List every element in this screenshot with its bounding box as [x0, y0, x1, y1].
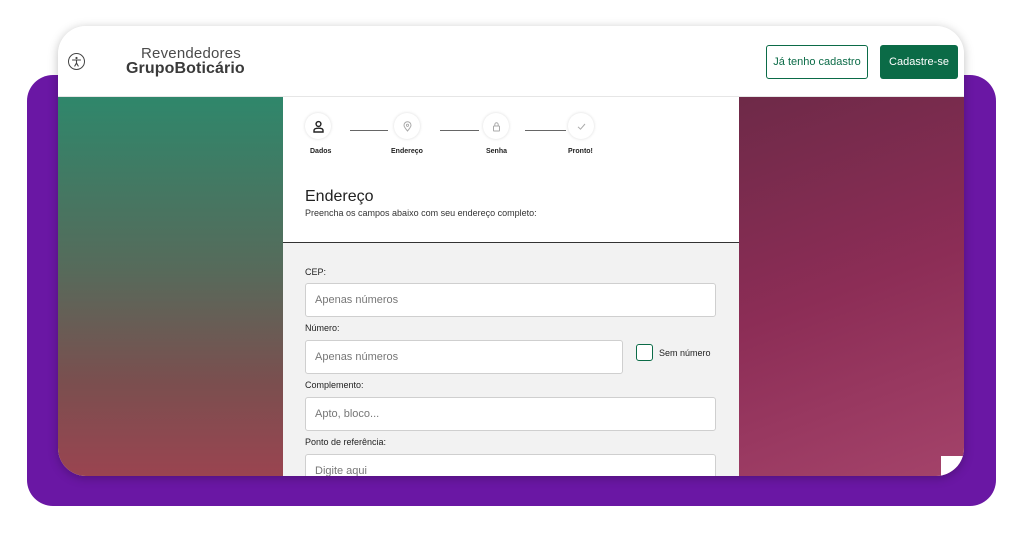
check-icon [568, 113, 594, 139]
background-left [58, 97, 283, 476]
cep-label: CEP: [305, 267, 327, 277]
section-subtitle: Preencha os campos abaixo com seu endere… [305, 208, 537, 218]
step-label-dados: Dados [310, 148, 332, 155]
complemento-placeholder: Apto, bloco... [315, 408, 380, 420]
step-connector [525, 130, 566, 131]
step-label-endereco: Endereço [391, 148, 423, 155]
corner-widget [941, 456, 964, 476]
step-label-pronto: Pronto! [568, 148, 593, 155]
step-label-senha: Senha [486, 148, 508, 155]
site-header: Revendedores GrupoBoticário Já tenho cad… [58, 26, 964, 97]
background-right [739, 97, 964, 476]
signup-button[interactable]: Cadastre-se [880, 45, 958, 79]
cep-input[interactable]: Apenas números [305, 283, 716, 317]
referencia-label: Ponto de referência: [305, 437, 387, 447]
section-title: Endereço [305, 188, 374, 205]
brand-logo[interactable]: Revendedores GrupoBoticário [126, 46, 245, 77]
logo-top-text: Revendedores [141, 45, 241, 62]
login-button[interactable]: Já tenho cadastro [766, 45, 868, 79]
referencia-input[interactable]: Digite aqui [305, 454, 716, 476]
step-connector [440, 130, 479, 131]
progress-stepper: Dados Endereço Senha Pronto! [283, 97, 739, 167]
lock-icon [483, 113, 509, 139]
screenshot-stage: Revendedores GrupoBoticário Já tenho cad… [0, 0, 1024, 536]
sem-numero-checkbox[interactable] [636, 344, 653, 361]
referencia-placeholder: Digite aqui [315, 465, 367, 476]
cep-placeholder: Apenas números [315, 294, 399, 306]
numero-label: Número: [305, 323, 340, 333]
browser-window: Revendedores GrupoBoticário Já tenho cad… [58, 26, 964, 476]
sem-numero-label[interactable]: Sem número [659, 348, 711, 358]
step-connector [350, 130, 388, 131]
logo-bottom-text: GrupoBoticário [126, 60, 245, 77]
location-pin-icon [394, 113, 420, 139]
person-icon [305, 113, 331, 139]
signup-panel: Dados Endereço Senha Pronto! Endereço Pr… [283, 97, 739, 476]
accessibility-icon[interactable] [68, 53, 85, 70]
complemento-input[interactable]: Apto, bloco... [305, 397, 716, 431]
numero-input[interactable]: Apenas números [305, 340, 623, 374]
complemento-label: Complemento: [305, 380, 364, 390]
numero-placeholder: Apenas números [315, 351, 399, 363]
address-form: CEP: Apenas números Número: Apenas númer… [283, 243, 739, 476]
